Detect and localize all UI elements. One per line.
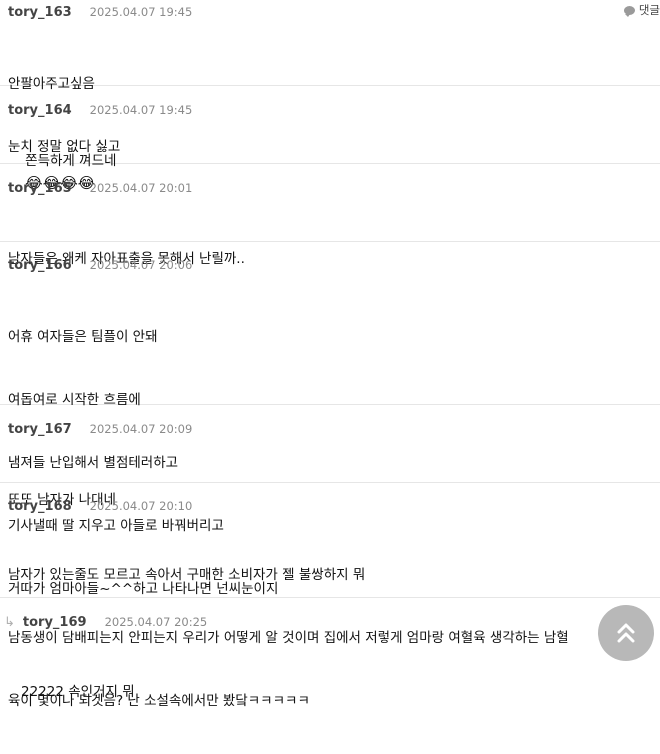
comment-line: 어휴 여자들은 팀플이 안돼: [8, 329, 158, 345]
comment-author[interactable]: tory_168: [8, 499, 72, 514]
comment-date: 2025.04.07 20:01: [89, 181, 193, 195]
comment-date: 2025.04.07 20:25: [104, 615, 208, 629]
comment-meta: ↳ tory_169 2025.04.07 20:25: [4, 614, 207, 630]
comment-date: 2025.04.07 20:09: [89, 422, 193, 436]
comment-meta: tory_167 2025.04.07 20:09: [8, 421, 192, 437]
comment-body: 22222 속인거지 뭐: [21, 640, 135, 745]
comment-author[interactable]: tory_163: [8, 5, 72, 20]
comment-item: tory_166 2025.04.07 20:06 어휴 여자들은 팀플이 안돼…: [0, 242, 660, 597]
comment-author[interactable]: tory_167: [8, 422, 72, 437]
comment-item: tory_164 2025.04.07 19:45 쫀득하게 껴드네 😂😂😂😂: [0, 86, 660, 192]
reply-button[interactable]: 댓글: [623, 2, 660, 18]
comment-date: 2025.04.07 19:45: [89, 5, 193, 19]
comment-line: 남자가 있는줄도 모르고 속아서 구매한 소비자가 젤 불쌍하지 뭐: [8, 567, 366, 583]
comment-date: 2025.04.07 20:06: [89, 258, 193, 272]
comment-meta: tory_166 2025.04.07 20:06: [8, 257, 192, 273]
comment-item: tory_167 2025.04.07 20:09 또또 남자가 나대네: [0, 405, 660, 508]
comment-date: 2025.04.07 19:45: [89, 103, 193, 117]
comment-meta: tory_163 2025.04.07 19:45: [8, 4, 192, 20]
comment-meta: tory_164 2025.04.07 19:45: [8, 102, 192, 118]
scroll-top-button[interactable]: [598, 605, 654, 661]
reply-label: 댓글: [638, 3, 660, 17]
comment-author[interactable]: tory_169: [23, 615, 87, 630]
comment-author[interactable]: tory_165: [8, 181, 72, 196]
speech-bubble-icon: [623, 5, 635, 17]
double-chevron-up-icon: [617, 623, 635, 643]
comment-author[interactable]: tory_164: [8, 103, 72, 118]
comment-line: 22222 속인거지 뭐: [21, 684, 135, 700]
comment-meta: tory_165 2025.04.07 20:01: [8, 180, 192, 196]
reply-comment-item: ↳ tory_169 2025.04.07 20:25 22222 속인거지 뭐: [0, 598, 660, 701]
comment-date: 2025.04.07 20:10: [89, 499, 193, 513]
comment-meta: tory_168 2025.04.07 20:10: [8, 498, 192, 514]
reply-arrow-icon: ↳: [4, 614, 15, 630]
comment-item: tory_165 2025.04.07 20:01 남자들은 왜케 자아표출을 …: [0, 164, 660, 267]
comment-item: tory_163 2025.04.07 19:45 댓글 안팔아주고싶음 눈치 …: [0, 0, 660, 155]
comment-item: tory_168 2025.04.07 20:10 남자가 있는줄도 모르고 속…: [0, 483, 660, 709]
comment-author[interactable]: tory_166: [8, 258, 72, 273]
